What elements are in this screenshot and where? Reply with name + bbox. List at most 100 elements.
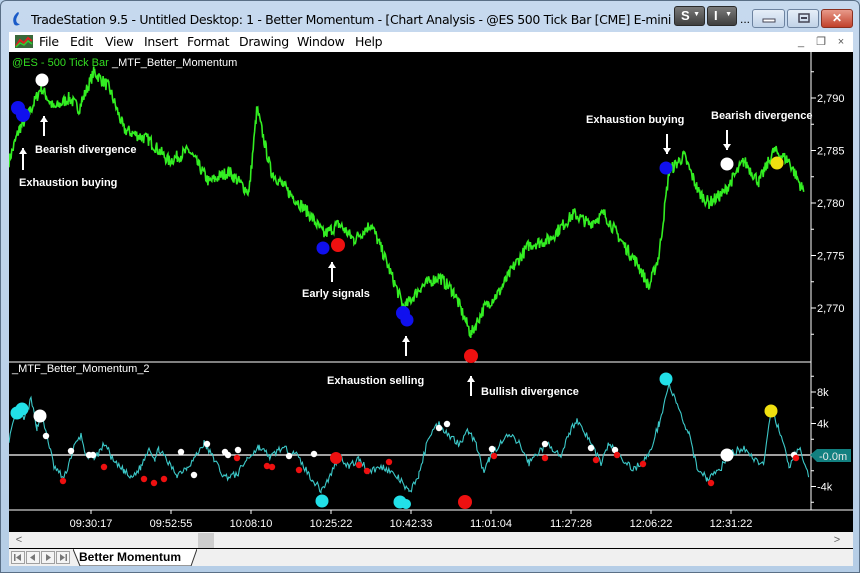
title-bar[interactable]: TradeStation 9.5 - Untitled Desktop: 1 -… [1, 1, 859, 32]
price-tick-label: 2,790 [817, 93, 845, 105]
window-title: TradeStation 9.5 - Untitled Desktop: 1 -… [31, 12, 681, 27]
annotation-label: Exhaustion buying [19, 177, 117, 189]
red-dot-small [355, 461, 363, 469]
red-dot-small [639, 460, 647, 468]
time-tick-label: 12:31:22 [710, 518, 753, 530]
last-icon [60, 554, 67, 561]
chart-area[interactable]: @ES - 500 Tick Bar _MTF_Better_Momentum … [8, 52, 853, 532]
red-dot [464, 349, 478, 363]
zero-value-label: -0.0m [819, 451, 847, 463]
momentum-axis[interactable]: 8k 4k -4k [811, 375, 833, 503]
s-menu-button[interactable]: S ▼ [674, 6, 705, 26]
white-dot [35, 73, 49, 87]
dropdown-arrow-icon: ▼ [725, 11, 732, 18]
mdi-close-button[interactable]: × [833, 34, 849, 50]
blue-dot [400, 313, 414, 327]
annotation-label: Bullish divergence [481, 386, 579, 398]
red-dot-small [263, 462, 271, 470]
signal-dots [10, 73, 800, 509]
menu-window[interactable]: Window [297, 34, 345, 49]
time-axis[interactable]: 09:30:17 09:52:55 10:08:10 10:25:22 10:42:33… [70, 510, 753, 530]
time-tick-label: 10:42:33 [390, 518, 433, 530]
annotation-label: Early signals [302, 288, 370, 300]
white-dot-small [89, 451, 97, 459]
scroll-left-button[interactable]: < [11, 532, 27, 548]
next-tab-button[interactable] [41, 551, 55, 564]
arrow-up-icon [328, 262, 336, 268]
scroll-right-button[interactable]: > [829, 532, 845, 548]
close-icon: ✕ [831, 11, 843, 25]
cyan-dot [15, 402, 29, 416]
price-tick-label: 2,785 [817, 146, 845, 158]
app-window: TradeStation 9.5 - Untitled Desktop: 1 -… [0, 0, 860, 573]
arrow-up-icon [467, 376, 475, 382]
first-tab-button[interactable] [11, 551, 25, 564]
maximize-icon [798, 13, 810, 23]
red-dot-small [490, 452, 498, 460]
i-menu-button[interactable]: I ▼ [707, 6, 737, 26]
next-icon [46, 554, 51, 561]
sheet-tab-bar: Better Momentum [9, 548, 853, 566]
maximize-button[interactable] [787, 9, 819, 28]
chart-window-icon [15, 35, 33, 48]
white-dot-small [177, 448, 185, 456]
white-dot-small [234, 446, 242, 454]
red-dot-small [707, 479, 715, 487]
mdi-restore-button[interactable]: ❐ [813, 34, 829, 50]
momentum-tick-label: -4k [817, 482, 833, 494]
lower-indicator-label: _MTF_Better_Momentum_2 [11, 363, 150, 375]
sheet-tab-better-momentum[interactable]: Better Momentum [79, 549, 181, 566]
red-dot-small [592, 456, 600, 464]
white-dot [720, 157, 734, 171]
price-tick-label: 2,775 [817, 251, 845, 263]
menu-view[interactable]: View [105, 34, 134, 49]
menu-edit[interactable]: Edit [70, 34, 93, 49]
time-tick-label: 09:30:17 [70, 518, 113, 530]
menu-insert[interactable]: Insert [144, 34, 178, 49]
red-dot-small [100, 463, 108, 471]
mdi-minimize-button[interactable]: _ [793, 34, 809, 50]
blue-dot [316, 241, 330, 255]
menu-drawing[interactable]: Drawing [239, 34, 289, 49]
momentum-tick-label: 4k [817, 419, 829, 431]
arrow-down-icon [663, 148, 671, 154]
red-dot-small [613, 451, 621, 459]
menu-format[interactable]: Format [187, 34, 230, 49]
time-tick-label: 11:27:28 [550, 518, 592, 530]
prev-tab-button[interactable] [26, 551, 40, 564]
time-tick-label: 12:06:22 [630, 518, 673, 530]
white-dot-small [42, 432, 50, 440]
close-button[interactable]: ✕ [821, 9, 853, 28]
indicator-label: _MTF_Better_Momentum [111, 57, 237, 69]
title-ellipsis: ... [740, 12, 751, 26]
white-dot-small [203, 440, 211, 448]
minimize-button[interactable] [752, 9, 785, 28]
price-series [8, 66, 805, 339]
horizontal-scrollbar[interactable]: < > [9, 532, 853, 548]
red-dot-small [59, 477, 67, 485]
yellow-dot [770, 156, 784, 170]
momentum-series [8, 382, 810, 494]
annotations: Exhaustion buying Bearish divergence Early… [19, 110, 813, 398]
dropdown-arrow-icon: ▼ [693, 11, 700, 18]
time-tick-label: 09:52:55 [150, 518, 193, 530]
scroll-thumb[interactable] [198, 533, 214, 548]
arrow-up-icon [40, 116, 48, 122]
chart-canvas[interactable]: @ES - 500 Tick Bar _MTF_Better_Momentum … [8, 52, 853, 532]
white-dot-small [435, 424, 443, 432]
white-dot-small [587, 444, 595, 452]
menu-help[interactable]: Help [355, 34, 383, 49]
price-axis[interactable]: 2,790 2,785 2,780 2,775 2,770 [811, 71, 845, 335]
last-tab-button[interactable] [56, 551, 70, 564]
menu-file[interactable]: File [39, 34, 59, 49]
minimize-icon [762, 18, 776, 23]
white-dot-small [541, 440, 549, 448]
white-dot-small [443, 420, 451, 428]
white-dot-small [190, 471, 198, 479]
red-dot-small [792, 454, 800, 462]
red-dot [331, 238, 345, 252]
arrow-up-icon [19, 148, 27, 154]
red-dot-small [363, 467, 371, 475]
s-button-label: S [681, 8, 690, 23]
cyan-dot [659, 372, 673, 386]
